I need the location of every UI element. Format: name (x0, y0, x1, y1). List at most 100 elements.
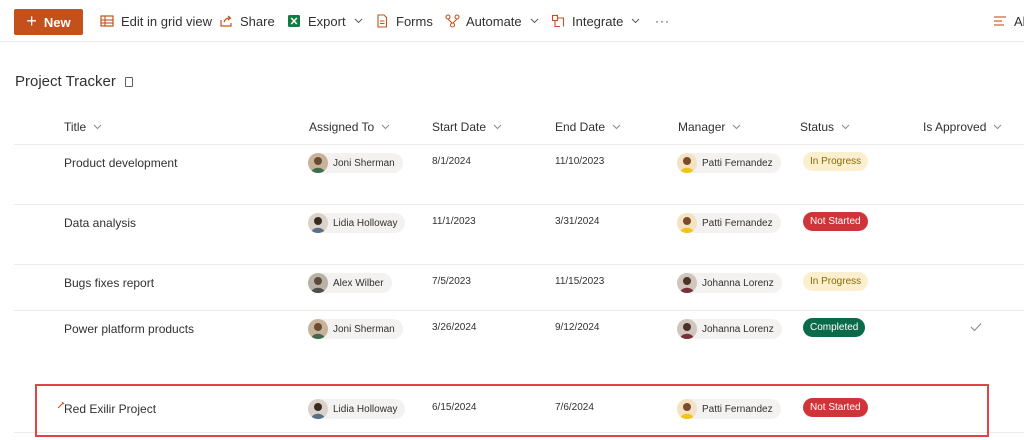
assigned-to-person[interactable]: Alex Wilber (308, 273, 392, 293)
filter-lines-icon (992, 13, 1008, 29)
person-name: Johanna Lorenz (702, 277, 774, 289)
end-date: 3/31/2024 (555, 216, 600, 227)
edit-grid-view-label: Edit in grid view (121, 13, 213, 29)
export-label: Export (308, 13, 346, 29)
integrate-icon (550, 13, 566, 29)
column-header-assigned-to[interactable]: Assigned To (309, 119, 390, 135)
manager-person[interactable]: Patti Fernandez (677, 399, 781, 419)
view-switcher-label: Al (1014, 13, 1024, 29)
export-button[interactable]: Export (286, 0, 363, 42)
start-date: 8/1/2024 (432, 156, 471, 167)
person-name: Johanna Lorenz (702, 323, 774, 335)
row-title[interactable]: Red Exilir Project (64, 402, 156, 416)
avatar (677, 273, 697, 293)
column-header-label: Status (800, 120, 835, 134)
avatar (677, 399, 697, 419)
row-title[interactable]: Bugs fixes report (64, 276, 154, 290)
chevron-down-icon (993, 124, 1002, 130)
end-date: 11/10/2023 (555, 156, 605, 167)
view-switcher-button[interactable]: Al (992, 0, 1024, 42)
status-badge: Completed (803, 318, 866, 337)
person-name: Patti Fernandez (702, 217, 773, 229)
column-header-label: Is Approved (923, 120, 987, 134)
start-date: 11/1/2023 (432, 216, 476, 227)
column-header-title[interactable]: Title (64, 119, 102, 135)
chevron-down-icon (631, 18, 640, 24)
share-button[interactable]: Share (218, 0, 275, 42)
person-name: Joni Sherman (333, 157, 395, 169)
end-date: 11/15/2023 (555, 276, 605, 287)
column-header-start-date[interactable]: Start Date (432, 119, 502, 135)
manager-person[interactable]: Patti Fernandez (677, 213, 781, 233)
share-icon (218, 13, 234, 29)
manager-person[interactable]: Johanna Lorenz (677, 273, 782, 293)
column-header-status[interactable]: Status (800, 119, 850, 135)
avatar (308, 273, 328, 293)
column-header-label: End Date (555, 120, 606, 134)
person-name: Alex Wilber (333, 277, 384, 289)
more-options-button[interactable]: ··· (655, 0, 670, 42)
column-header-end-date[interactable]: End Date (555, 119, 621, 135)
integrate-label: Integrate (572, 13, 624, 29)
start-date: 6/15/2024 (432, 402, 477, 413)
row-title[interactable]: Data analysis (64, 216, 136, 230)
person-name: Patti Fernandez (702, 157, 773, 169)
more-icon: ··· (655, 14, 670, 28)
automate-button[interactable]: Automate (444, 0, 539, 42)
forms-icon (374, 13, 390, 29)
automate-label: Automate (466, 13, 522, 29)
new-button[interactable]: + New (14, 9, 83, 35)
share-label: Share (240, 13, 275, 29)
assigned-to-person[interactable]: Joni Sherman (308, 319, 403, 339)
row-title[interactable]: Power platform products (64, 322, 194, 336)
row-divider (14, 204, 1024, 205)
status-badge: In Progress (803, 272, 869, 291)
column-header-manager[interactable]: Manager (678, 119, 741, 135)
checkmark-icon (970, 319, 982, 337)
row-title[interactable]: Product development (64, 156, 177, 170)
row-divider (14, 144, 1024, 145)
status-badge: In Progress (803, 152, 869, 171)
chevron-down-icon (732, 124, 741, 130)
forms-button[interactable]: Forms (374, 0, 433, 42)
chevron-down-icon (841, 124, 850, 130)
avatar (308, 153, 328, 173)
integrate-button[interactable]: Integrate (550, 0, 640, 42)
manager-person[interactable]: Johanna Lorenz (677, 319, 782, 339)
chevron-down-icon (530, 18, 539, 24)
excel-icon (286, 13, 302, 29)
column-header-label: Title (64, 120, 87, 134)
end-date: 7/6/2024 (555, 402, 594, 413)
forms-label: Forms (396, 13, 433, 29)
new-button-label: New (43, 14, 71, 30)
assigned-to-person[interactable]: Lidia Holloway (308, 399, 406, 419)
manager-person[interactable]: Patti Fernandez (677, 153, 781, 173)
column-header-label: Start Date (432, 120, 487, 134)
avatar (677, 153, 697, 173)
chevron-down-icon (612, 124, 621, 130)
start-date: 7/5/2023 (432, 276, 471, 287)
status-badge: Not Started (803, 212, 868, 231)
end-date: 9/12/2024 (555, 322, 600, 333)
column-header-is-approved[interactable]: Is Approved (923, 119, 1002, 135)
avatar (308, 399, 328, 419)
chevron-down-icon (354, 18, 363, 24)
edit-grid-view-button[interactable]: Edit in grid view (99, 0, 212, 42)
person-name: Patti Fernandez (702, 403, 773, 415)
command-bar: + New Edit in grid view Share Export For… (0, 0, 1024, 42)
chevron-down-icon (381, 124, 390, 130)
chevron-down-icon (493, 124, 502, 130)
assigned-to-person[interactable]: Lidia Holloway (308, 213, 406, 233)
avatar (677, 319, 697, 339)
list-title: Project Tracker (15, 73, 116, 90)
chevron-down-icon (93, 124, 102, 130)
plus-icon: + (26, 11, 37, 31)
row-divider (14, 432, 1024, 433)
avatar (308, 213, 328, 233)
assigned-to-person[interactable]: Joni Sherman (308, 153, 403, 173)
automate-icon (444, 13, 460, 29)
grid-icon (99, 13, 115, 29)
list-info-icon[interactable] (125, 77, 133, 87)
person-name: Joni Sherman (333, 323, 395, 335)
person-name: Lidia Holloway (333, 217, 398, 229)
